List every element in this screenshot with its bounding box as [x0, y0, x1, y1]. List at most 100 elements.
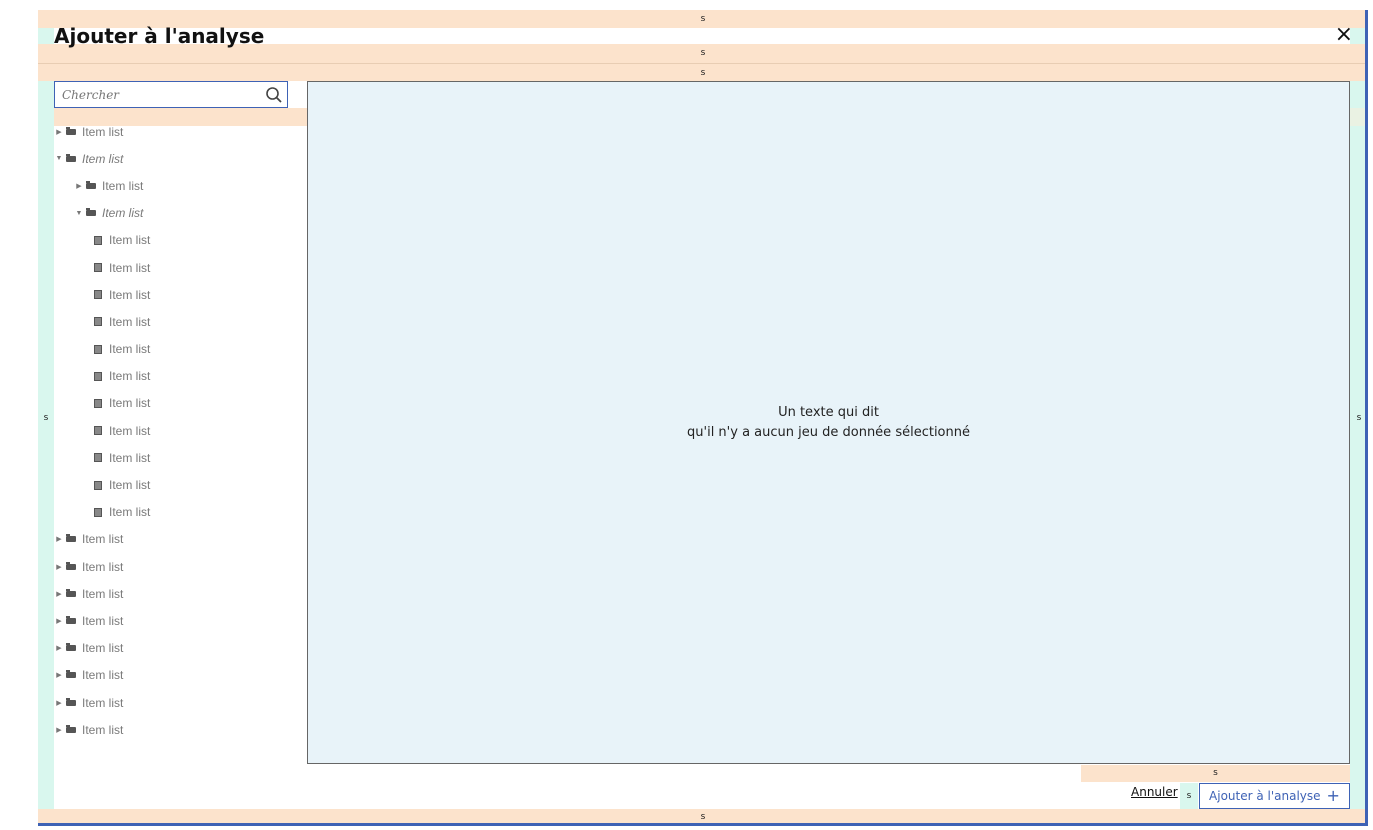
- tree-item[interactable]: ▼ Item list: [38, 200, 306, 227]
- tree-item[interactable]: ▼ Item list: [38, 145, 306, 172]
- spacing-above-content: s: [38, 63, 1365, 81]
- file-icon: [94, 480, 102, 490]
- caret-down-icon[interactable]: ▼: [54, 155, 64, 162]
- tree-item-label: Item list: [109, 505, 151, 520]
- tree-item[interactable]: Item list: [38, 254, 306, 281]
- tree-item-label: Item list: [82, 559, 124, 574]
- tree-item-label: Item list: [102, 206, 144, 221]
- tree-item[interactable]: ▶ Item list: [38, 553, 306, 580]
- spacing-preview-side: [1350, 108, 1365, 126]
- tree-item-label: Item list: [82, 586, 124, 601]
- plus-icon: +: [1326, 786, 1340, 805]
- tree-item-label: Item list: [109, 423, 151, 438]
- tree-item[interactable]: Item list: [38, 471, 306, 498]
- folder-icon: [66, 670, 76, 679]
- caret-right-icon[interactable]: ▶: [54, 699, 64, 707]
- add-button-label: Ajouter à l'analyse: [1209, 789, 1321, 803]
- tree-item[interactable]: ▶ Item list: [38, 580, 306, 607]
- caret-down-icon[interactable]: ▼: [74, 210, 84, 217]
- spacing-marker: s: [700, 48, 706, 58]
- caret-right-icon[interactable]: ▶: [54, 726, 64, 734]
- tree-item-label: Item list: [109, 260, 151, 275]
- caret-right-icon[interactable]: ▶: [74, 182, 84, 190]
- file-icon: [94, 426, 102, 436]
- tree-item-label: Item list: [109, 450, 151, 465]
- caret-right-icon[interactable]: ▶: [54, 590, 64, 598]
- tree-item[interactable]: Item list: [38, 417, 306, 444]
- tree-item[interactable]: ▶ Item list: [38, 635, 306, 662]
- tree-item-label: Item list: [109, 369, 151, 384]
- folder-icon: [66, 126, 76, 135]
- caret-right-icon[interactable]: ▶: [54, 644, 64, 652]
- tree-item-label: Item list: [109, 396, 151, 411]
- file-icon: [94, 290, 102, 300]
- spacing-marker: s: [1186, 791, 1192, 801]
- folder-icon: [66, 534, 76, 543]
- dialog-title: Ajouter à l'analyse: [54, 24, 265, 48]
- tree-item[interactable]: ▶ Item list: [38, 607, 306, 634]
- empty-state-line-2: qu'il n'y a aucun jeu de donnée sélectio…: [687, 424, 970, 440]
- file-icon: [94, 235, 102, 245]
- spacing-marker: s: [1356, 413, 1362, 423]
- tree-item-label: Item list: [82, 695, 124, 710]
- tree-item-label: Item list: [82, 613, 124, 628]
- close-icon[interactable]: ×: [1335, 24, 1353, 46]
- folder-icon: [66, 153, 76, 162]
- tree-item-label: Item list: [82, 641, 124, 656]
- tree-item[interactable]: ▶ Item list: [38, 662, 306, 689]
- folder-icon: [66, 615, 76, 624]
- spacing-marker: s: [700, 68, 706, 78]
- tree-item-label: Item list: [82, 124, 124, 139]
- tree-item-label: Item list: [109, 478, 151, 493]
- tree-item[interactable]: Item list: [38, 363, 306, 390]
- tree-item[interactable]: Item list: [38, 308, 306, 335]
- spacing-marker: s: [1213, 768, 1218, 778]
- tree-item[interactable]: Item list: [38, 499, 306, 526]
- tree-item[interactable]: ▶ Item list: [38, 716, 306, 743]
- file-icon: [94, 263, 102, 273]
- tree-item[interactable]: Item list: [38, 227, 306, 254]
- add-to-analysis-button[interactable]: Ajouter à l'analyse +: [1199, 783, 1350, 809]
- folder-icon: [86, 180, 96, 189]
- preview-panel: Un texte qui dit qu'il n'y a aucun jeu d…: [307, 81, 1350, 764]
- file-icon: [94, 453, 102, 463]
- search-icon[interactable]: [261, 82, 287, 108]
- tree-item-label: Item list: [109, 287, 151, 302]
- tree-item[interactable]: ▶ Item list: [38, 526, 306, 553]
- tree-item-label: Item list: [109, 342, 151, 357]
- caret-right-icon[interactable]: ▶: [54, 563, 64, 571]
- tree-item-label: Item list: [82, 668, 124, 683]
- tree-item[interactable]: ▶ Item list: [38, 172, 306, 199]
- file-icon: [94, 398, 102, 408]
- tree-item[interactable]: Item list: [38, 336, 306, 363]
- empty-state-line-1: Un texte qui dit: [778, 405, 879, 420]
- tree-item-label: Item list: [102, 178, 144, 193]
- add-to-analysis-dialog: s s s s s s s s Ajouter à l'analyse × ▶I…: [38, 10, 1368, 826]
- spacing-between-buttons: s: [1180, 783, 1198, 809]
- tree-item[interactable]: Item list: [38, 390, 306, 417]
- tree-item[interactable]: ▶ Item list: [38, 118, 306, 145]
- tree-item[interactable]: Item list: [38, 281, 306, 308]
- cancel-button[interactable]: Annuler: [1131, 785, 1178, 799]
- tree-item-label: Item list: [82, 532, 124, 547]
- spacing-marker: s: [700, 812, 706, 822]
- tree-item[interactable]: ▶ Item list: [38, 689, 306, 716]
- spacing-right: s: [1350, 10, 1365, 823]
- tree-item-label: Item list: [109, 314, 151, 329]
- search-input[interactable]: [55, 82, 261, 107]
- folder-icon: [86, 208, 96, 217]
- folder-icon: [66, 724, 76, 733]
- spacing-marker: s: [700, 14, 706, 24]
- search-box: [54, 81, 288, 108]
- caret-right-icon[interactable]: ▶: [54, 671, 64, 679]
- tree-item-label: Item list: [82, 722, 124, 737]
- spacing-above-footer: s: [1081, 765, 1350, 782]
- caret-right-icon[interactable]: ▶: [54, 128, 64, 136]
- tree-item[interactable]: Item list: [38, 444, 306, 471]
- folder-icon: [66, 561, 76, 570]
- folder-icon: [66, 643, 76, 652]
- file-icon: [94, 371, 102, 381]
- caret-right-icon[interactable]: ▶: [54, 535, 64, 543]
- caret-right-icon[interactable]: ▶: [54, 617, 64, 625]
- file-icon: [94, 317, 102, 327]
